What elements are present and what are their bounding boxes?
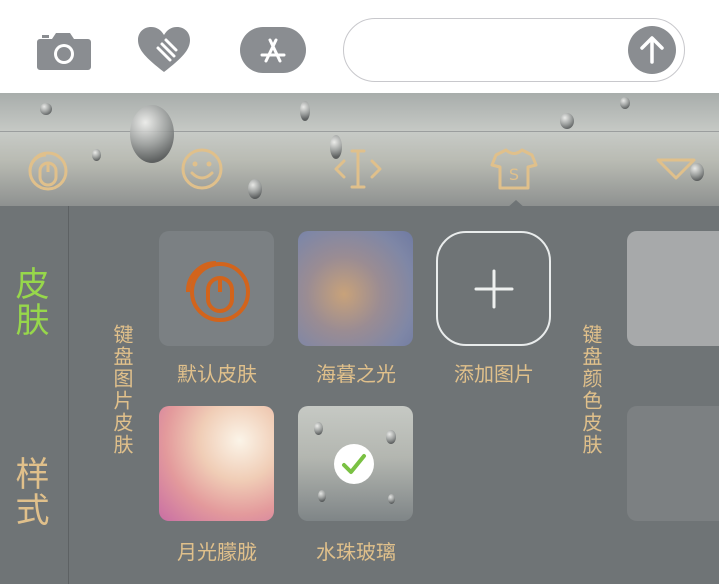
water-drop <box>318 490 326 502</box>
cursor-icon[interactable] <box>330 141 386 197</box>
toolbar-divider <box>0 131 719 132</box>
water-drop <box>40 103 52 115</box>
keyboard-mouse-logo-icon <box>185 261 250 322</box>
water-drop <box>300 101 310 121</box>
skin-tile-label: 水珠玻璃 <box>316 540 396 564</box>
skin-tile-moonlight-haze[interactable] <box>159 406 274 521</box>
app-store-icon[interactable] <box>240 26 306 74</box>
skin-shirt-icon[interactable]: S <box>486 141 542 197</box>
selected-check-icon <box>334 444 374 484</box>
skin-tile-water-glass[interactable] <box>298 406 413 521</box>
water-drop <box>388 494 395 504</box>
skin-tile-label: 默认皮肤 <box>177 362 257 386</box>
skin-panel: 键盘图片皮肤 默认皮肤 海暮之光 添加图片 月光朦胧 水珠玻璃 键盘颜色皮肤 <box>70 206 719 584</box>
skin-tile-label: 月光朦胧 <box>177 540 257 564</box>
add-image-button[interactable] <box>436 231 551 346</box>
color-skins-label: 键盘颜色皮肤 <box>579 324 603 456</box>
color-skin-tile[interactable] <box>627 231 719 346</box>
skin-tile-label: 添加图片 <box>454 362 534 386</box>
skin-tile-default[interactable] <box>159 231 274 346</box>
water-drop <box>92 149 101 161</box>
emoji-icon[interactable] <box>174 141 230 197</box>
heart-touch-icon[interactable] <box>136 26 192 74</box>
svg-text:S: S <box>509 165 519 184</box>
water-drop <box>314 422 323 435</box>
water-drop <box>620 97 630 109</box>
water-drop <box>386 430 396 444</box>
plus-icon <box>474 269 513 308</box>
keyboard-toolbar: S <box>0 93 719 206</box>
collapse-icon[interactable] <box>648 141 704 197</box>
skin-tile-sea-twilight[interactable] <box>298 231 413 346</box>
send-button[interactable] <box>628 26 676 74</box>
skin-tile-label: 海暮之光 <box>316 362 396 386</box>
sidebar-item-skin[interactable]: 皮肤 <box>9 266 54 338</box>
water-drop <box>248 179 262 199</box>
camera-icon[interactable] <box>36 26 92 74</box>
sidebar-item-style[interactable]: 样式 <box>9 456 54 528</box>
color-skin-tile[interactable] <box>627 406 719 521</box>
settings-sidebar: 皮肤 样式 <box>0 206 69 584</box>
water-drop <box>130 105 174 163</box>
message-input[interactable] <box>343 18 685 82</box>
message-composer-bar <box>0 0 719 93</box>
keyboard-mouse-logo-icon[interactable] <box>18 141 74 197</box>
water-drop <box>560 113 574 129</box>
image-skins-label: 键盘图片皮肤 <box>110 324 134 456</box>
send-arrow-icon <box>640 36 664 64</box>
